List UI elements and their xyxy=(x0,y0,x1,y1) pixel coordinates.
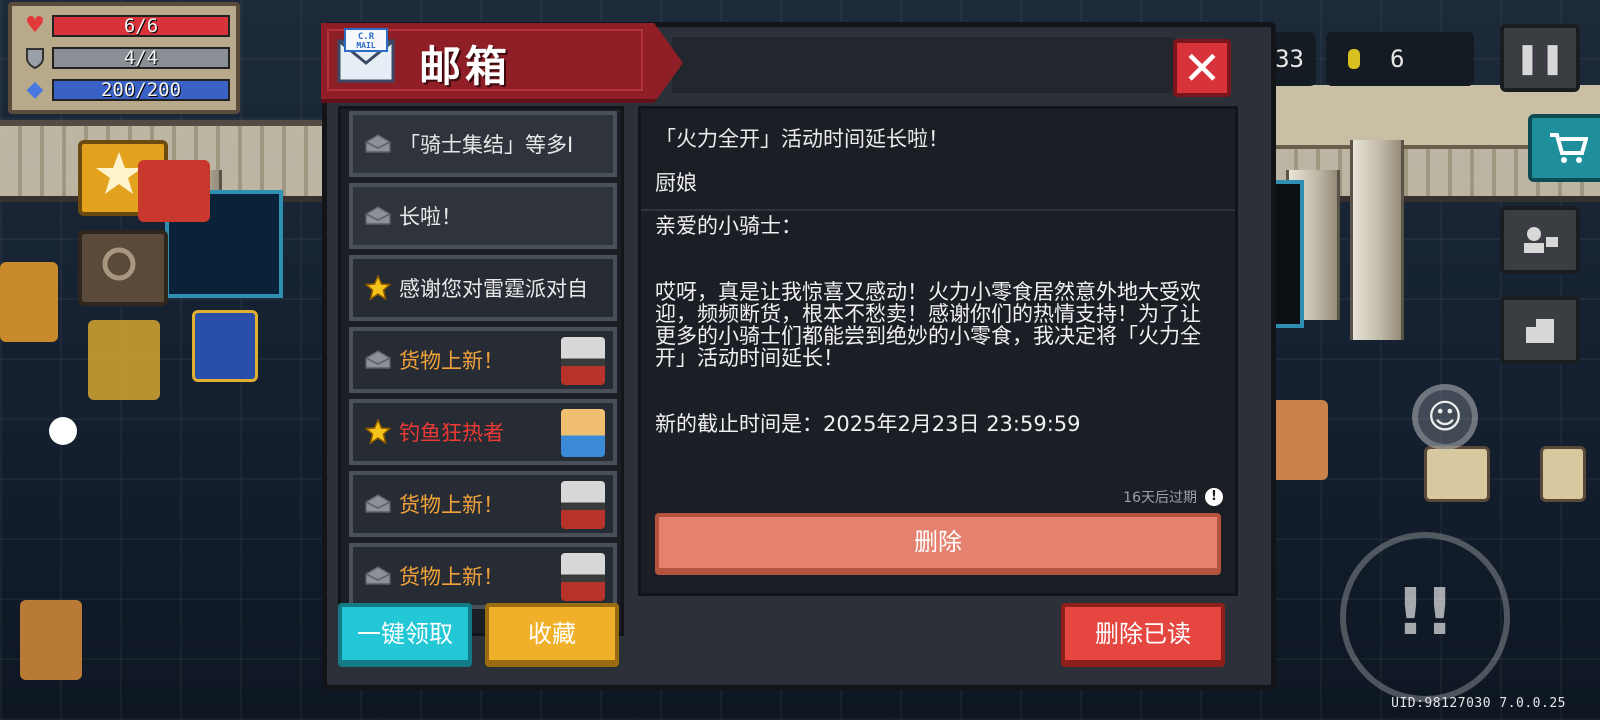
skill-icon: !! xyxy=(1395,576,1455,650)
mailbox-dialog: C.R MAIL 邮箱 ✕ 「骑士集结」等多I 长啦！ 感谢您对雷霆派对自 货物上新！… xyxy=(321,22,1276,690)
profile-button[interactable] xyxy=(1500,206,1580,274)
energy-value: 200/200 xyxy=(100,79,182,101)
mail-list-item[interactable]: 长啦！ xyxy=(349,183,617,249)
expiry-notice: 16天后过期 ! xyxy=(1123,487,1223,507)
sender-avatar xyxy=(561,481,605,529)
armor-stat: 4/4 xyxy=(18,42,230,74)
envelope-icon xyxy=(363,131,393,157)
mail-list-item-label: 感谢您对雷霆派对自 xyxy=(399,277,588,301)
pause-icon: ❚❚ xyxy=(1514,40,1566,76)
coin-icon xyxy=(1348,49,1360,69)
sender-avatar xyxy=(561,409,605,457)
mail-body[interactable]: 亲爱的小骑士： 哎呀，真是让我惊喜又感动！火力小零食居然意外地大受欢迎，频频断货… xyxy=(655,215,1215,485)
uid-version-label: UID:98127030 7.0.0.25 xyxy=(1391,696,1566,711)
close-icon: ✕ xyxy=(1182,41,1222,95)
mailbox-title: 邮箱 xyxy=(419,42,512,91)
player-stats-panel: ♥ 6/6 4/4 ◆ 200/200 xyxy=(8,2,240,114)
delete-button[interactable]: 删除 xyxy=(655,513,1221,575)
mail-list[interactable]: 「骑士集结」等多I 长啦！ 感谢您对雷霆派对自 货物上新！ 钓鱼狂热者 货物上新！ 货物上新… xyxy=(338,106,624,636)
shop-button[interactable] xyxy=(1528,114,1600,182)
favorite-button[interactable]: 收藏 xyxy=(485,603,619,667)
mail-list-item-label: 「骑士集结」等多I xyxy=(399,133,574,157)
energy-stat: ◆ 200/200 xyxy=(18,74,230,106)
throne-sprite xyxy=(88,320,160,400)
mail-greeting: 亲爱的小骑士： xyxy=(655,215,802,238)
character-sprite xyxy=(0,262,58,342)
sender-avatar xyxy=(561,337,605,385)
claim-all-button[interactable]: 一键领取 xyxy=(338,603,472,667)
armor-value: 4/4 xyxy=(123,47,159,69)
skill-button[interactable]: !! xyxy=(1340,532,1510,702)
title-ribbon: C.R MAIL 邮箱 xyxy=(321,23,683,103)
expiry-text: 16天后过期 xyxy=(1123,490,1197,506)
coin-counter: 6 xyxy=(1326,32,1474,86)
tomato-sprite xyxy=(138,160,210,222)
envelope-icon xyxy=(363,491,393,517)
coin-count: 6 xyxy=(1390,45,1405,73)
star-icon xyxy=(363,275,393,301)
joystick-dot[interactable] xyxy=(49,417,77,445)
mail-list-item[interactable]: 货物上新！ xyxy=(349,471,617,537)
mail-paragraph: 哎呀，真是让我惊喜又感动！火力小零食居然意外地大受欢迎，频频断货，根本不愁卖！感… xyxy=(655,280,1201,370)
emote-button[interactable]: ☺ xyxy=(1412,384,1478,450)
mail-list-item[interactable]: 货物上新！ xyxy=(349,543,617,609)
sender-avatar xyxy=(561,553,605,601)
star-icon xyxy=(363,419,393,445)
mail-subject: 「火力全开」活动时间延长啦！ xyxy=(655,127,949,151)
npc-sprite xyxy=(192,310,258,382)
gem-count: 33 xyxy=(1275,45,1304,73)
mail-list-item[interactable]: 感谢您对雷霆派对自 xyxy=(349,255,617,321)
mail-list-item-label: 钓鱼狂热者 xyxy=(399,421,504,445)
close-button[interactable]: ✕ xyxy=(1173,39,1231,97)
health-value: 6/6 xyxy=(123,15,159,37)
header-strip xyxy=(672,37,1175,93)
mail-content: 「火力全开」活动时间延长啦！ 厨娘 亲爱的小骑士： 哎呀，真是让我惊喜又感动！火… xyxy=(638,106,1238,596)
divider xyxy=(641,209,1235,211)
mail-list-item[interactable]: 货物上新！ xyxy=(349,327,617,393)
health-stat: ♥ 6/6 xyxy=(18,10,230,42)
pet-sprite xyxy=(20,600,82,680)
exit-button[interactable] xyxy=(1500,296,1580,364)
info-icon: ! xyxy=(1205,488,1223,506)
exit-icon xyxy=(1526,319,1554,343)
pillar xyxy=(1350,140,1404,340)
pause-button[interactable]: ❚❚ xyxy=(1500,24,1580,92)
mail-list-item-label: 货物上新！ xyxy=(399,349,504,373)
diamond-icon: ◆ xyxy=(26,77,44,102)
mail-list-item-label: 货物上新！ xyxy=(399,493,504,517)
armor-bar: 4/4 xyxy=(52,47,230,69)
smiley-icon: ☺ xyxy=(1427,397,1463,437)
mail-sender: 厨娘 xyxy=(655,171,697,195)
mail-deadline: 新的截止时间是：2025年2月23日 23:59:59 xyxy=(655,412,1081,436)
mail-icon: C.R MAIL xyxy=(337,28,395,83)
health-bar: 6/6 xyxy=(52,15,230,37)
profile-icon xyxy=(1524,227,1558,253)
cart-icon xyxy=(1550,133,1588,163)
refresh-button[interactable] xyxy=(78,230,168,306)
mail-list-item[interactable]: 钓鱼狂热者 xyxy=(349,399,617,465)
mail-list-item-label: 货物上新！ xyxy=(399,565,504,589)
envelope-icon xyxy=(363,347,393,373)
notice-board xyxy=(1424,446,1490,502)
notice-board xyxy=(1540,446,1586,502)
mail-list-item-label: 长啦！ xyxy=(399,205,462,229)
envelope-icon xyxy=(363,563,393,589)
shield-icon xyxy=(18,46,52,70)
envelope-icon xyxy=(363,203,393,229)
energy-bar: 200/200 xyxy=(52,79,230,101)
mail-list-item[interactable]: 「骑士集结」等多I xyxy=(349,111,617,177)
svg-text:MAIL: MAIL xyxy=(356,41,375,50)
heart-icon: ♥ xyxy=(25,13,45,38)
delete-read-button[interactable]: 删除已读 xyxy=(1061,603,1225,667)
